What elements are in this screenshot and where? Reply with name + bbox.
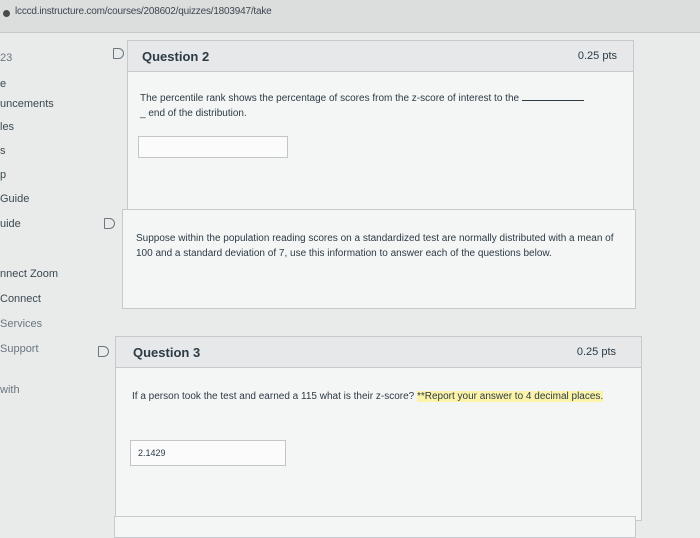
nav-item-s[interactable]: s [0,145,6,157]
flag-info-icon[interactable] [104,218,115,229]
quiz-main: Question 2 0.25 pts The percentile rank … [98,32,700,538]
nav-item-guide[interactable]: Guide [0,193,29,205]
nav-item-services[interactable]: Services [0,318,42,330]
flag-question-icon[interactable] [98,346,109,357]
info-text-card: Suppose within the population reading sc… [122,209,636,309]
course-navigation: 23 e uncements les s p Guide uide nnect … [0,32,110,525]
url-text[interactable]: lcccd.instructure.com/courses/208602/qui… [15,6,272,17]
nav-item-23[interactable]: 23 [0,52,12,64]
nav-item-p[interactable]: p [0,169,6,181]
question-2-title: Question 2 [142,49,210,64]
question-3-points: 0.25 pts [576,346,616,358]
question-2-points: 0.25 pts [577,50,617,62]
question-2-text: The percentile rank shows the percentage… [140,91,620,121]
nav-item-modules[interactable]: les [0,121,14,133]
question-3-card: Question 3 0.25 pts If a person took the… [115,336,642,521]
question-2-text-before: The percentile rank shows the percentage… [140,93,520,104]
lock-icon [3,10,10,17]
nav-item-e[interactable]: e [0,78,6,90]
nav-item-connect-zoom[interactable]: nnect Zoom [0,268,58,280]
nav-item-with[interactable]: with [0,384,20,396]
next-question-card [114,516,636,538]
question-2-header: Question 2 0.25 pts [128,41,633,72]
info-text: Suppose within the population reading sc… [136,233,614,259]
nav-item-connect[interactable]: Connect [0,293,41,305]
fill-blank-line [521,91,584,101]
flag-question-icon[interactable] [113,48,124,59]
question-3-text: If a person took the test and earned a 1… [132,389,612,404]
question-3-highlighted-note: **Report your answer to 4 decimal places… [416,391,604,402]
nav-item-announcements[interactable]: uncements [0,98,54,110]
question-3-prompt: If a person took the test and earned a 1… [132,391,415,402]
question-3-title: Question 3 [133,345,201,360]
question-2-answer-input[interactable] [138,136,288,158]
question-2-card: Question 2 0.25 pts The percentile rank … [127,40,634,214]
question-2-text-after: _ end of the distribution. [140,108,247,119]
question-3-answer-input[interactable] [130,440,286,466]
browser-address-bar[interactable]: lcccd.instructure.com/courses/208602/qui… [0,0,700,33]
question-3-header: Question 3 0.25 pts [116,337,641,368]
nav-item-support[interactable]: Support [0,343,39,355]
nav-item-uide[interactable]: uide [0,218,21,230]
